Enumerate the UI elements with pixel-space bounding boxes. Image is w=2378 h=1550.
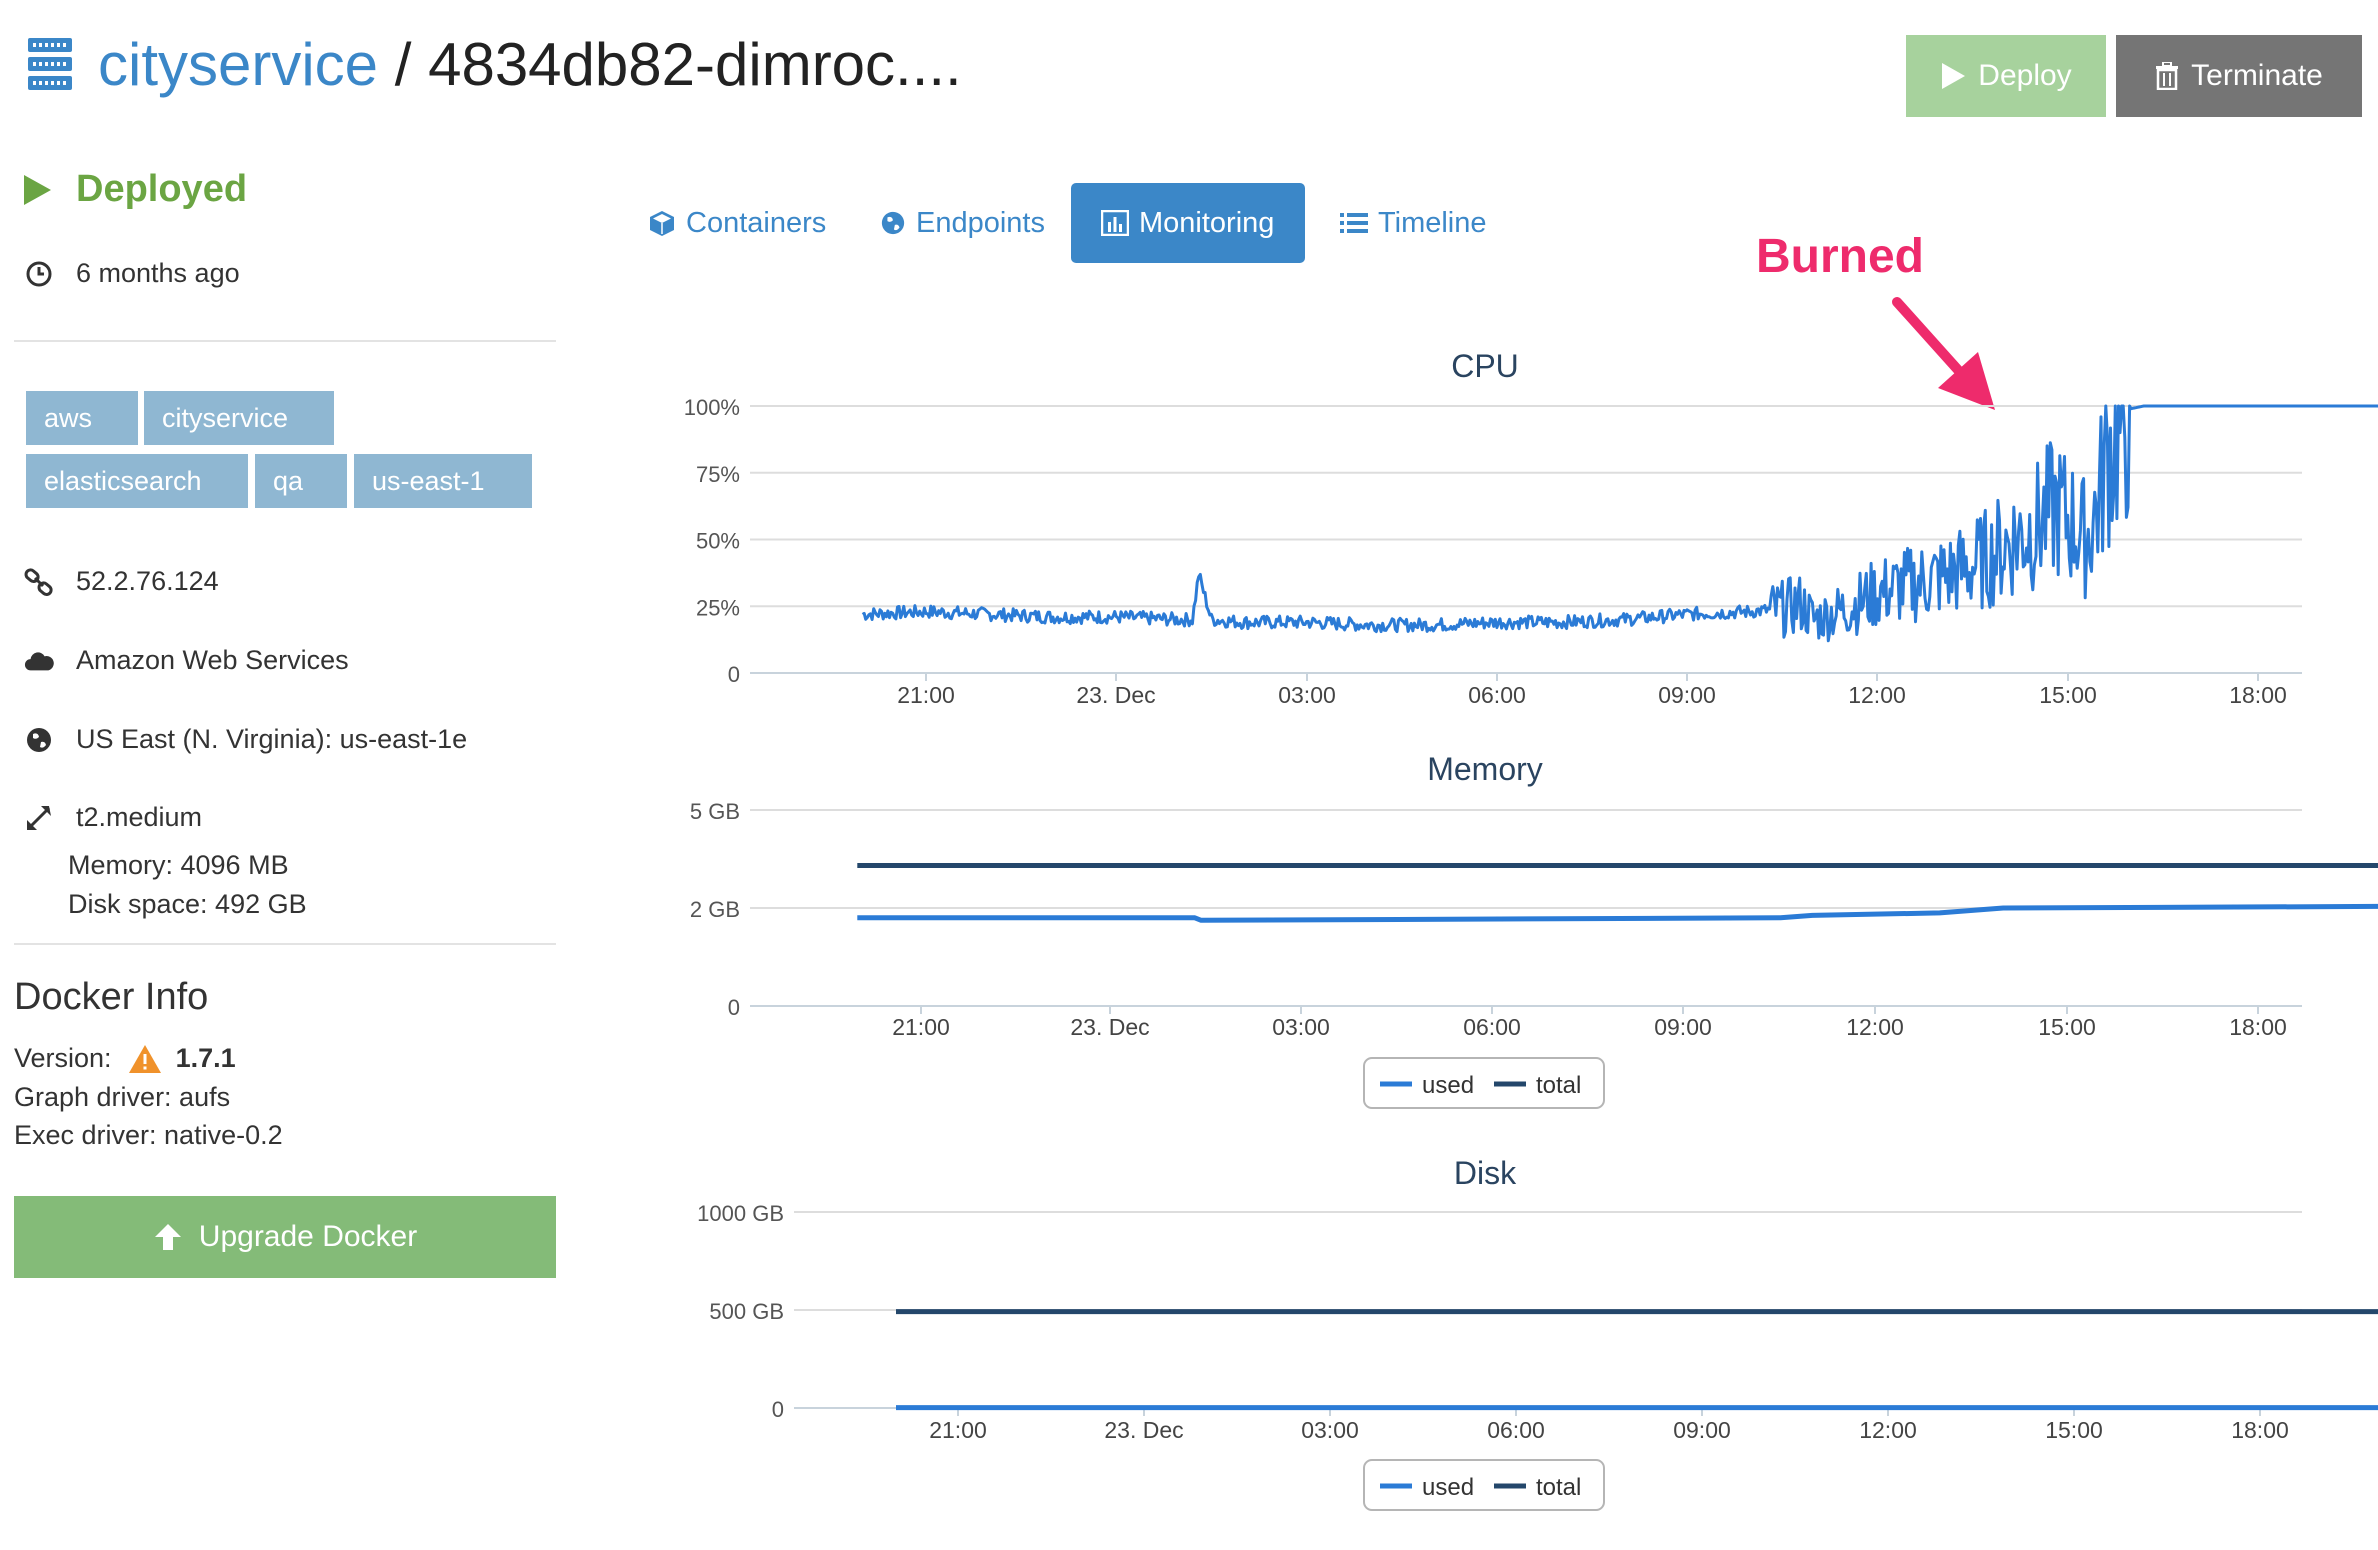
x-tick-label: 03:00 xyxy=(1278,682,1336,708)
y-tick-label: 50% xyxy=(696,529,740,554)
x-tick-label: 15:00 xyxy=(2045,1417,2103,1443)
y-tick-label: 100% xyxy=(684,395,740,420)
x-tick-label: 12:00 xyxy=(1846,1014,1904,1040)
y-tick-label: 1000 GB xyxy=(697,1201,784,1226)
x-tick-label: 23. Dec xyxy=(1076,682,1155,708)
x-tick-label: 21:00 xyxy=(897,682,955,708)
x-tick-label: 21:00 xyxy=(929,1417,987,1443)
x-tick-label: 03:00 xyxy=(1272,1014,1330,1040)
y-tick-label: 2 GB xyxy=(690,897,740,922)
x-tick-label: 12:00 xyxy=(1859,1417,1917,1443)
chart-title: Memory xyxy=(1427,751,1543,787)
chart-title: CPU xyxy=(1451,348,1519,384)
y-tick-label: 0 xyxy=(728,995,740,1020)
x-tick-label: 18:00 xyxy=(2229,682,2287,708)
legend-label: used xyxy=(1422,1072,1474,1099)
x-tick-label: 09:00 xyxy=(1658,682,1716,708)
legend-label: total xyxy=(1536,1474,1581,1501)
x-tick-label: 12:00 xyxy=(1848,682,1906,708)
x-tick-label: 23. Dec xyxy=(1104,1417,1183,1443)
x-tick-label: 15:00 xyxy=(2039,682,2097,708)
chart-title: Disk xyxy=(1454,1155,1517,1191)
y-tick-label: 75% xyxy=(696,462,740,487)
y-tick-label: 500 GB xyxy=(709,1299,784,1324)
x-tick-label: 09:00 xyxy=(1673,1417,1731,1443)
y-tick-label: 5 GB xyxy=(690,799,740,824)
monitoring-charts: Burned CPU 100% 75% 50% 25% 0 21:00 23. Dec 03:0… xyxy=(684,229,2378,1511)
x-tick-label: 09:00 xyxy=(1654,1014,1712,1040)
x-tick-label: 21:00 xyxy=(892,1014,950,1040)
burned-annotation: Burned xyxy=(1756,230,1924,283)
x-tick-label: 18:00 xyxy=(2229,1014,2287,1040)
y-tick-label: 0 xyxy=(728,662,740,687)
x-tick-label: 18:00 xyxy=(2231,1417,2289,1443)
legend-label: used xyxy=(1422,1474,1474,1501)
arrow-icon xyxy=(1892,297,1995,410)
x-tick-label: 03:00 xyxy=(1301,1417,1359,1443)
legend-label: total xyxy=(1536,1072,1581,1099)
x-tick-label: 06:00 xyxy=(1487,1417,1545,1443)
x-tick-label: 06:00 xyxy=(1468,682,1526,708)
y-tick-label: 0 xyxy=(772,1397,784,1422)
x-tick-label: 15:00 xyxy=(2038,1014,2096,1040)
y-tick-label: 25% xyxy=(696,595,740,620)
x-tick-label: 23. Dec xyxy=(1070,1014,1149,1040)
x-tick-label: 06:00 xyxy=(1463,1014,1521,1040)
